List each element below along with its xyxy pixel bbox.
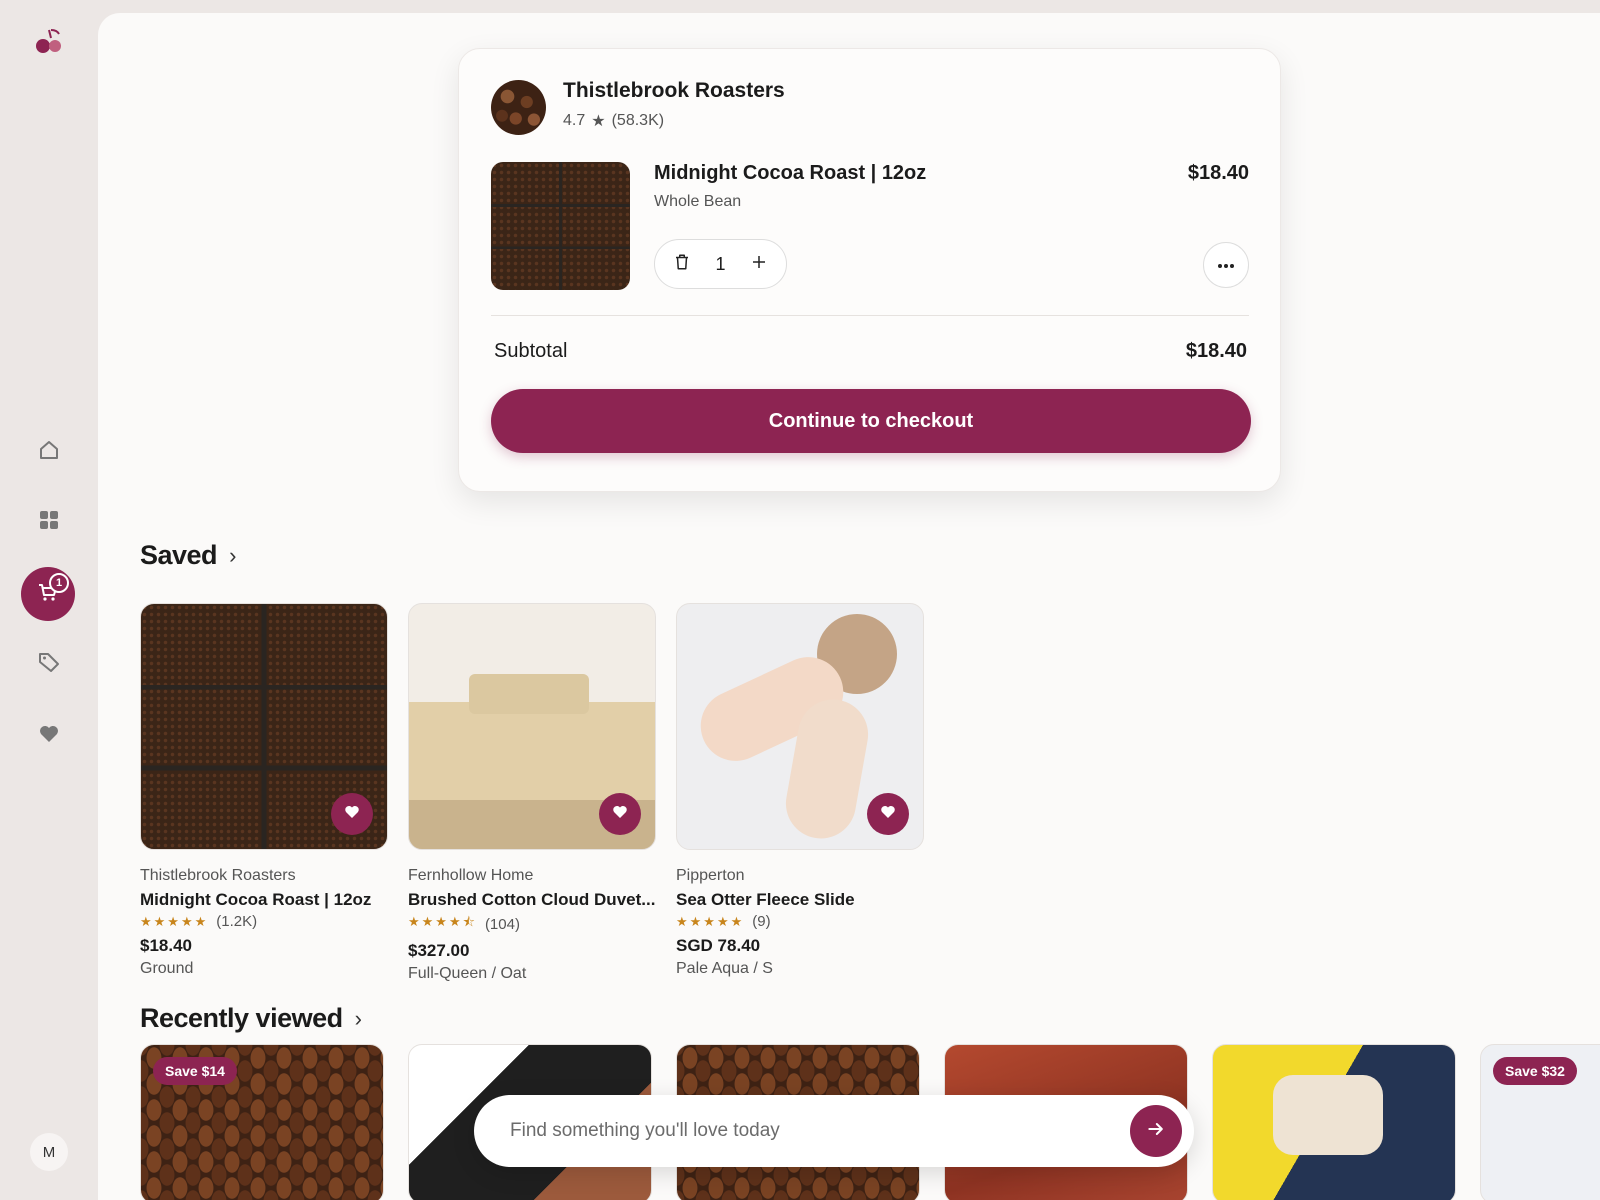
- star-rating: ★★★★★: [676, 913, 745, 929]
- product-title[interactable]: Brushed Cotton Cloud Duvet...: [408, 890, 656, 910]
- search-input[interactable]: [510, 1120, 1130, 1142]
- plus-icon[interactable]: [750, 253, 768, 276]
- product-price: SGD 78.40: [676, 936, 761, 955]
- product-shop[interactable]: Fernhollow Home: [408, 867, 656, 885]
- avatar[interactable]: M: [30, 1133, 68, 1171]
- product-price: $18.40: [140, 936, 192, 955]
- saved-item[interactable]: Pipperton Sea Otter Fleece Slide ★★★★★ (…: [676, 603, 924, 978]
- product-price: $327.00: [408, 941, 470, 960]
- sidebar-item-deals[interactable]: [25, 640, 73, 688]
- favorite-button[interactable]: [867, 793, 909, 835]
- favorite-button[interactable]: [599, 793, 641, 835]
- product-variant: Full-Queen / Oat: [408, 965, 527, 982]
- checkout-button[interactable]: Continue to checkout: [491, 389, 1251, 453]
- shop-avatar[interactable]: [491, 80, 546, 135]
- star-icon: ★: [591, 113, 606, 130]
- search-bar: [474, 1095, 1194, 1167]
- product-image[interactable]: [140, 603, 388, 850]
- cart-card: Thistlebrook Roasters 4.7 ★ (58.3K) Midn…: [458, 48, 1281, 492]
- chevron-right-icon: ›: [354, 1005, 362, 1031]
- product-title[interactable]: Midnight Cocoa Roast | 12oz: [140, 890, 388, 910]
- arrow-right-icon: [1146, 1119, 1166, 1144]
- cart-count-badge: 1: [49, 573, 69, 593]
- grid-icon: [37, 508, 61, 537]
- saved-title-text: Saved: [140, 540, 218, 570]
- product-shop[interactable]: Pipperton: [676, 867, 924, 885]
- subtotal-label: Subtotal: [494, 340, 568, 362]
- shop-rating: 4.7 ★ (58.3K): [563, 111, 664, 131]
- divider: [491, 315, 1249, 316]
- sidebar-item-categories[interactable]: [25, 498, 73, 546]
- recently-viewed-title[interactable]: Recently viewed ›: [140, 1003, 362, 1034]
- review-count: (104): [484, 915, 520, 933]
- quantity-value: 1: [715, 253, 726, 274]
- ellipsis-icon: [1217, 256, 1235, 274]
- recently-viewed-item[interactable]: Save $14: [140, 1044, 384, 1200]
- review-count: (1.2K): [216, 913, 258, 930]
- saved-item[interactable]: Thistlebrook Roasters Midnight Cocoa Roa…: [140, 603, 388, 978]
- chevron-right-icon: ›: [229, 542, 236, 568]
- discount-badge: Save $32: [1493, 1057, 1577, 1085]
- tag-icon: [37, 650, 61, 679]
- recently-viewed-item[interactable]: [1212, 1044, 1456, 1200]
- favorite-button[interactable]: [331, 793, 373, 835]
- shop-review-count: (58.3K): [611, 112, 665, 129]
- more-options-button[interactable]: [1203, 242, 1249, 288]
- home-icon: [37, 438, 61, 467]
- sidebar: 1 M: [0, 0, 98, 1200]
- saved-item[interactable]: Fernhollow Home Brushed Cotton Cloud Duv…: [408, 603, 656, 983]
- sidebar-item-favorites[interactable]: [25, 712, 73, 760]
- main-panel: Thistlebrook Roasters 4.7 ★ (58.3K) Midn…: [98, 13, 1600, 1200]
- heart-icon: [343, 803, 361, 826]
- quantity-stepper: 1: [654, 239, 787, 289]
- search-submit-button[interactable]: [1130, 1105, 1182, 1157]
- discount-badge: Save $14: [153, 1057, 237, 1085]
- star-rating: ★★★★★: [140, 913, 209, 929]
- product-variant: Ground: [140, 960, 194, 977]
- product-image[interactable]: [676, 603, 924, 850]
- star-rating: ★★★★⯪: [408, 914, 477, 929]
- recently-viewed-title-text: Recently viewed: [140, 1003, 343, 1033]
- subtotal-value: $18.40: [1185, 340, 1247, 362]
- saved-section-title[interactable]: Saved ›: [140, 540, 236, 571]
- product-variant: Pale Aqua / S: [676, 960, 773, 977]
- recently-viewed-item[interactable]: Save $32: [1480, 1044, 1600, 1200]
- heart-icon: [879, 803, 897, 826]
- product-title[interactable]: Sea Otter Fleece Slide: [676, 890, 924, 910]
- heart-icon: [37, 722, 61, 751]
- sidebar-item-home[interactable]: [25, 428, 73, 476]
- cart-item-title[interactable]: Midnight Cocoa Roast | 12oz: [654, 162, 926, 185]
- trash-icon[interactable]: [673, 253, 691, 276]
- product-rating: ★★★★★ (9): [676, 913, 924, 930]
- sidebar-item-cart[interactable]: 1: [21, 567, 75, 621]
- cherry-icon[interactable]: [33, 26, 63, 56]
- product-image[interactable]: [408, 603, 656, 850]
- cart-item-variant: Whole Bean: [654, 193, 742, 210]
- heart-icon: [611, 803, 629, 826]
- shop-rating-value: 4.7: [563, 112, 586, 129]
- product-rating: ★★★★⯪ (104): [408, 913, 656, 935]
- review-count: (9): [752, 913, 771, 930]
- cart-item-price: $18.40: [1187, 162, 1249, 184]
- cart-item-image[interactable]: [491, 162, 630, 290]
- shop-name[interactable]: Thistlebrook Roasters: [563, 79, 785, 103]
- product-rating: ★★★★★ (1.2K): [140, 913, 388, 930]
- product-shop[interactable]: Thistlebrook Roasters: [140, 867, 388, 885]
